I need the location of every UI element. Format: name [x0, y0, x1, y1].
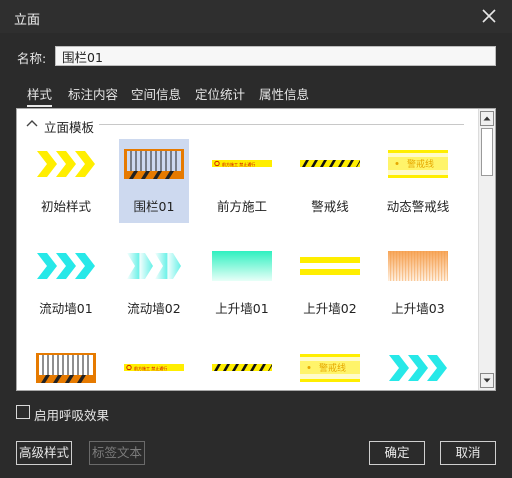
template-caption: 流动墙01 — [39, 301, 93, 316]
template-caption: 上升墙03 — [391, 301, 445, 316]
template-flow-wall-02[interactable]: 流动墙02 — [119, 241, 189, 325]
template-caption: 初始样式 — [40, 199, 91, 214]
template-caption: 围栏01 — [133, 199, 175, 214]
banner-text: 警戒线 — [319, 362, 346, 374]
section-divider — [99, 124, 464, 125]
banner-text: 前方施工 禁止通行 — [134, 365, 167, 371]
tab-style[interactable]: 样式 — [27, 84, 53, 107]
chevron-up-icon[interactable] — [25, 117, 39, 131]
template-cyan-chevrons[interactable] — [383, 343, 453, 390]
template-caption: 动态警戒线 — [386, 199, 450, 214]
yellow-band-wall-icon — [300, 257, 360, 275]
template-caption: 流动墙02 — [127, 301, 181, 316]
template-construction-banner[interactable]: 前方施工 禁止通行 — [119, 343, 189, 390]
fading-cyan-chevrons-icon — [127, 253, 181, 279]
template-hazard-tape[interactable] — [207, 343, 277, 390]
construction-ahead-banner-icon: 前方施工 禁止通行 — [212, 160, 272, 167]
template-fence[interactable] — [31, 343, 101, 390]
tab-location-stats[interactable]: 定位统计 — [195, 84, 245, 106]
confirm-button[interactable]: 确定 — [369, 441, 425, 465]
banner-text: 警戒线 — [407, 158, 434, 170]
tab-annotation-content[interactable]: 标注内容 — [68, 84, 118, 106]
name-label: 名称: — [17, 51, 47, 66]
breathing-effect-checkbox[interactable] — [16, 405, 30, 419]
template-rising-wall-03[interactable]: 上升墙03 — [383, 241, 453, 325]
template-rising-wall-01[interactable]: 上升墙01 — [207, 241, 277, 325]
name-input[interactable] — [55, 46, 496, 66]
template-rising-wall-02[interactable]: 上升墙02 — [295, 241, 365, 325]
template-fence-01[interactable]: 围栏01 — [119, 139, 189, 223]
template-warning-line[interactable]: 警戒线 — [295, 139, 365, 223]
vertical-scrollbar[interactable] — [478, 109, 495, 390]
hazard-stripe-tape-icon — [212, 364, 272, 371]
advanced-style-button[interactable]: 高级样式 — [16, 441, 72, 465]
scrollbar-thumb[interactable] — [481, 128, 493, 176]
triangle-up-icon — [483, 116, 491, 121]
cyan-chevron-arrows-icon — [37, 253, 95, 279]
triangle-down-icon — [483, 378, 491, 383]
section-title: 立面模板 — [44, 120, 95, 135]
template-construction-ahead[interactable]: 前方施工 禁止通行 前方施工 — [207, 139, 277, 223]
yellow-chevron-arrows-icon — [37, 151, 95, 177]
scroll-up-button[interactable] — [480, 111, 494, 126]
dynamic-warning-tape-icon: 警戒线 — [300, 354, 360, 382]
cancel-button[interactable]: 取消 — [440, 441, 496, 465]
window-title: 立面 — [14, 13, 41, 28]
template-caption: 上升墙02 — [303, 301, 357, 316]
cyan-chevron-arrows-icon — [389, 355, 447, 381]
template-caption: 上升墙01 — [215, 301, 269, 316]
dynamic-warning-tape-icon: 警戒线 — [388, 150, 448, 178]
hazard-stripe-tape-icon — [300, 160, 360, 167]
close-icon[interactable] — [480, 7, 498, 25]
label-text-button[interactable]: 标签文本 — [89, 441, 145, 465]
construction-ahead-banner-icon: 前方施工 禁止通行 — [124, 364, 184, 371]
title-bar: 立面 — [0, 0, 512, 33]
banner-text: 前方施工 禁止通行 — [222, 161, 255, 167]
scroll-down-button[interactable] — [480, 373, 494, 388]
tab-attribute-info[interactable]: 属性信息 — [259, 84, 309, 106]
template-dynamic-warning-line[interactable]: 警戒线 动态警戒线 — [383, 139, 453, 223]
construction-fence-icon — [36, 353, 96, 383]
template-dynamic-tape[interactable]: 警戒线 — [295, 343, 365, 390]
template-caption: 警戒线 — [311, 199, 349, 214]
tab-spatial-info[interactable]: 空间信息 — [131, 84, 181, 106]
template-caption: 前方施工 — [216, 199, 267, 214]
construction-fence-icon — [124, 149, 184, 179]
green-gradient-wall-icon — [212, 251, 272, 281]
template-initial-style[interactable]: 初始样式 — [31, 139, 101, 223]
template-flow-wall-01[interactable]: 流动墙01 — [31, 241, 101, 325]
orange-gradient-wall-icon — [388, 251, 448, 281]
breathing-effect-label: 启用呼吸效果 — [34, 408, 110, 423]
template-panel: 立面模板 初始样式 围栏01 前方施工 禁止通行 前方施工 警戒线 警戒线 动态… — [16, 108, 496, 391]
